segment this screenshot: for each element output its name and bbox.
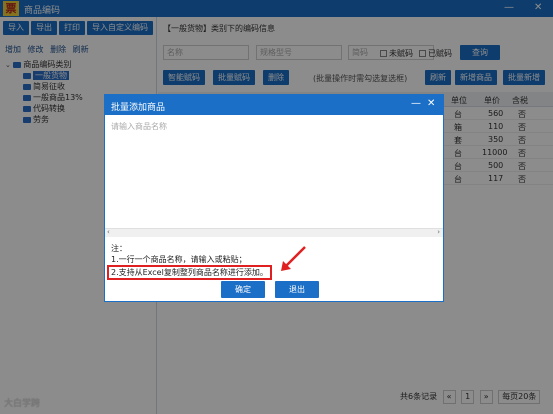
minimize-icon[interactable]: —: [411, 98, 421, 109]
scroll-left-icon[interactable]: ‹: [107, 228, 110, 236]
product-names-textarea[interactable]: 请输入商品名称: [105, 115, 443, 229]
horizontal-scrollbar[interactable]: ‹ ›: [105, 228, 443, 237]
confirm-button[interactable]: 确定: [221, 281, 265, 298]
dialog-title: 批量添加商品: [111, 103, 166, 113]
dialog-notes: 注： 1.一行一个商品名称，请输入或粘贴； 2.支持从Excel复制整列商品名称…: [107, 243, 272, 280]
scroll-right-icon[interactable]: ›: [437, 228, 440, 236]
batch-add-dialog: 批量添加商品 — ✕ 请输入商品名称 ‹ › 注： 1.一行一个商品名称，请输入…: [104, 94, 444, 302]
dialog-title-bar: 批量添加商品 — ✕: [105, 95, 443, 115]
note-line-2-highlighted: 2.支持从Excel复制整列商品名称进行添加。: [107, 265, 272, 280]
annotation-arrow-icon: [281, 246, 306, 271]
close-icon[interactable]: ✕: [427, 98, 435, 109]
cancel-button[interactable]: 退出: [275, 281, 319, 298]
note-line-1: 1.一行一个商品名称，请输入或粘贴；: [111, 255, 247, 264]
notes-title: 注：: [111, 244, 127, 253]
dialog-body: 请输入商品名称 ‹ ›: [105, 115, 443, 322]
